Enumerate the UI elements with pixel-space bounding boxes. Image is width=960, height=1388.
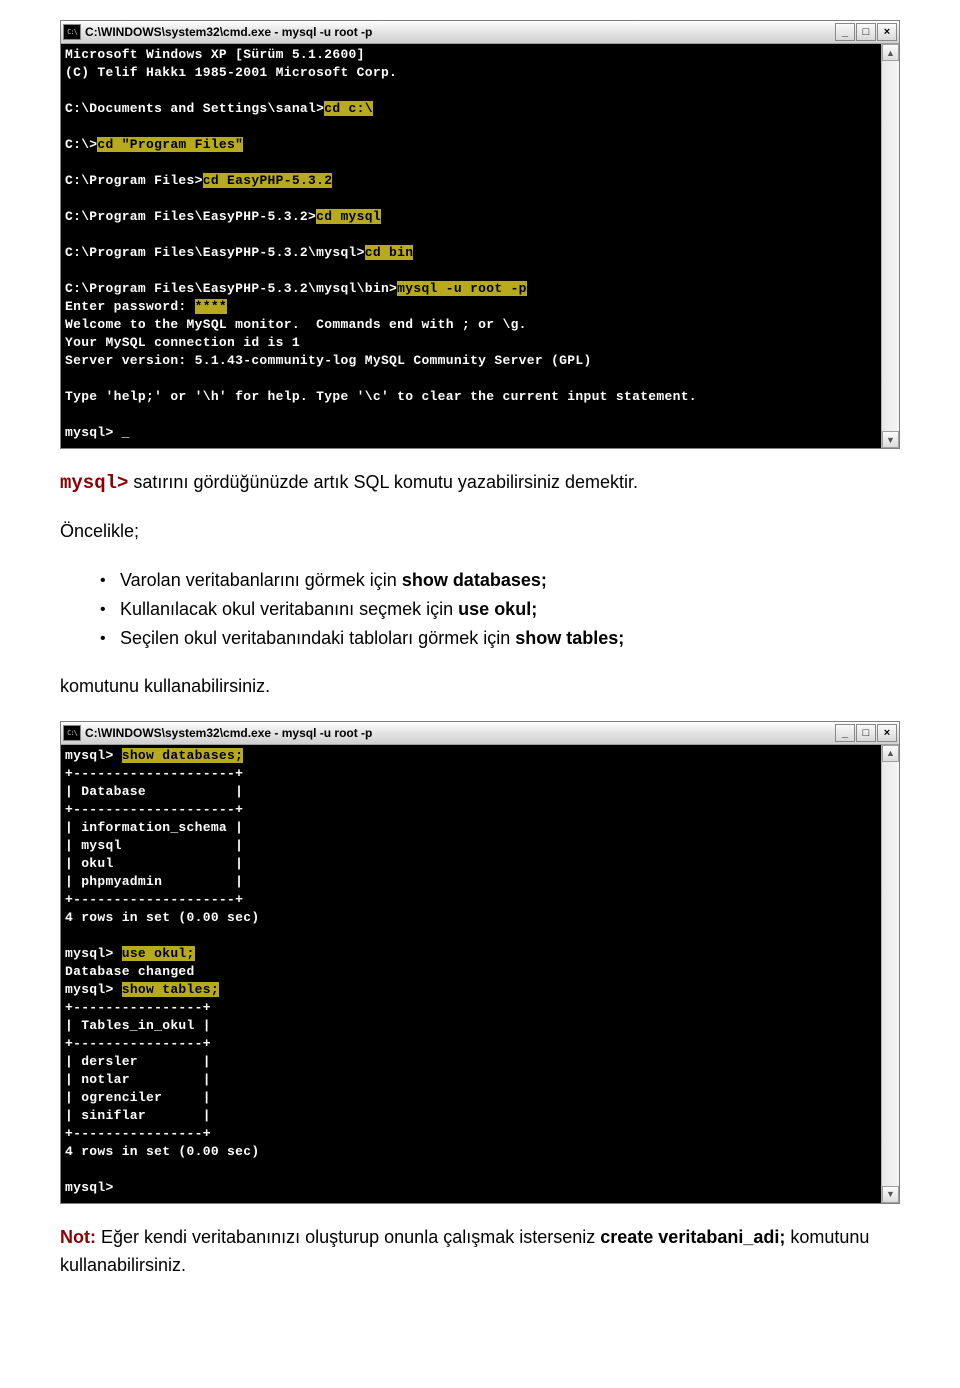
scrollbar[interactable]: ▲ ▼ [881,44,899,448]
scroll-down-icon[interactable]: ▼ [882,1186,899,1203]
maximize-button[interactable]: □ [856,23,876,41]
titlebar[interactable]: C:\ C:\WINDOWS\system32\cmd.exe - mysql … [61,21,899,44]
scrollbar-track[interactable] [882,61,899,431]
scrollbar-track[interactable] [882,762,899,1186]
paragraph-note: Not: Eğer kendi veritabanınızı oluşturup… [60,1224,900,1280]
minimize-button[interactable]: _ [835,23,855,41]
list-item: Seçilen okul veritabanındaki tabloları g… [60,624,900,653]
scroll-down-icon[interactable]: ▼ [882,431,899,448]
close-button[interactable]: × [877,724,897,742]
paragraph-komutunu: komutunu kullanabilirsiniz. [60,673,900,701]
document-page: C:\ C:\WINDOWS\system32\cmd.exe - mysql … [0,20,960,1339]
window-title: C:\WINDOWS\system32\cmd.exe - mysql -u r… [85,25,835,39]
bullet-list: Varolan veritabanlarını görmek için show… [60,566,900,652]
maximize-button[interactable]: □ [856,724,876,742]
cmd-window-1: C:\ C:\WINDOWS\system32\cmd.exe - mysql … [60,20,900,449]
terminal-output: Microsoft Windows XP [Sürüm 5.1.2600] (C… [61,44,881,448]
scrollbar[interactable]: ▲ ▼ [881,745,899,1203]
minimize-button[interactable]: _ [835,724,855,742]
terminal-output: mysql> show databases; +----------------… [61,745,881,1203]
cmd-icon: C:\ [63,24,81,40]
cmd-icon: C:\ [63,725,81,741]
close-button[interactable]: × [877,23,897,41]
paragraph-oncelikle: Öncelikle; [60,518,900,546]
cmd-window-2: C:\ C:\WINDOWS\system32\cmd.exe - mysql … [60,721,900,1204]
scroll-up-icon[interactable]: ▲ [882,745,899,762]
list-item: Kullanılacak okul veritabanını seçmek iç… [60,595,900,624]
titlebar[interactable]: C:\ C:\WINDOWS\system32\cmd.exe - mysql … [61,722,899,745]
list-item: Varolan veritabanlarını görmek için show… [60,566,900,595]
note-label: Not: [60,1227,96,1247]
scroll-up-icon[interactable]: ▲ [882,44,899,61]
window-title: C:\WINDOWS\system32\cmd.exe - mysql -u r… [85,726,835,740]
mysql-prompt-label: mysql> [60,472,128,494]
paragraph-intro: mysql> satırını gördüğünüzde artık SQL k… [60,469,900,498]
